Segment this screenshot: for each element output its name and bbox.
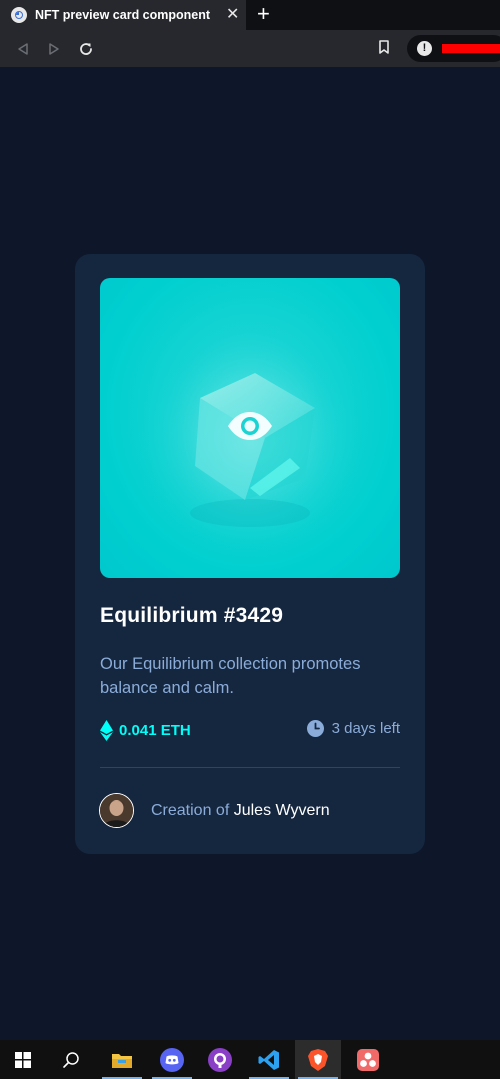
reload-button[interactable] xyxy=(75,38,97,60)
clock-icon xyxy=(306,720,324,737)
bookmark-button[interactable] xyxy=(377,39,391,60)
redacted-url xyxy=(442,44,500,53)
creator-avatar-image xyxy=(100,794,133,827)
card-divider xyxy=(100,767,400,768)
file-explorer-button[interactable] xyxy=(99,1040,145,1079)
browser-tab-bar: NFT preview card component ✕ + xyxy=(0,0,500,30)
back-button[interactable] xyxy=(12,38,34,60)
vscode-button[interactable] xyxy=(246,1040,292,1079)
eye-icon xyxy=(228,412,272,440)
search-button[interactable] xyxy=(48,1040,94,1079)
discord-button[interactable] xyxy=(149,1040,195,1079)
price-value: 0.041 ETH xyxy=(119,722,191,739)
file-explorer-icon xyxy=(112,1053,132,1068)
github-icon xyxy=(208,1047,232,1072)
browser-tab[interactable]: NFT preview card component ✕ xyxy=(0,0,246,30)
tab-close-icon[interactable]: ✕ xyxy=(226,6,239,24)
bookmark-icon xyxy=(379,40,389,54)
price-block: 0.041 ETH xyxy=(100,720,191,741)
nft-title[interactable]: Equilibrium #3429 xyxy=(100,604,283,628)
windows-start-icon xyxy=(15,1051,31,1068)
browser-toolbar: ! xyxy=(0,30,500,67)
nft-image[interactable] xyxy=(100,278,400,578)
discord-icon xyxy=(160,1047,184,1072)
forward-button[interactable] xyxy=(43,38,65,60)
nft-description: Our Equilibrium collection promotes bala… xyxy=(100,655,361,697)
time-left-block: 3 days left xyxy=(306,720,400,737)
github-button[interactable] xyxy=(197,1040,243,1079)
nft-card: Equilibrium #3429 Our Equilibrium collec… xyxy=(75,254,425,854)
new-tab-button[interactable]: + xyxy=(257,3,270,25)
tab-title: NFT preview card component xyxy=(35,8,211,22)
app-button[interactable] xyxy=(345,1040,391,1079)
app-icon xyxy=(357,1048,379,1071)
creator-line: Creation of Jules Wyvern xyxy=(151,802,330,820)
start-button[interactable] xyxy=(0,1040,46,1079)
search-icon xyxy=(63,1051,79,1068)
brave-icon xyxy=(308,1048,328,1071)
creator-avatar xyxy=(99,793,134,828)
brave-button[interactable] xyxy=(295,1040,341,1079)
forward-arrow-icon xyxy=(49,43,59,55)
creator-name-link[interactable]: Jules Wyvern xyxy=(234,802,330,819)
address-bar[interactable]: ! xyxy=(407,35,500,62)
tab-favicon-icon xyxy=(11,7,27,23)
creation-prefix: Creation of xyxy=(151,802,230,819)
ethereum-icon xyxy=(100,720,113,741)
time-left-value: 3 days left xyxy=(331,720,400,737)
site-warning-icon[interactable]: ! xyxy=(417,41,432,56)
vscode-icon xyxy=(258,1049,279,1070)
windows-taskbar xyxy=(0,1040,500,1079)
reload-icon xyxy=(80,43,92,55)
back-arrow-icon xyxy=(18,43,28,55)
